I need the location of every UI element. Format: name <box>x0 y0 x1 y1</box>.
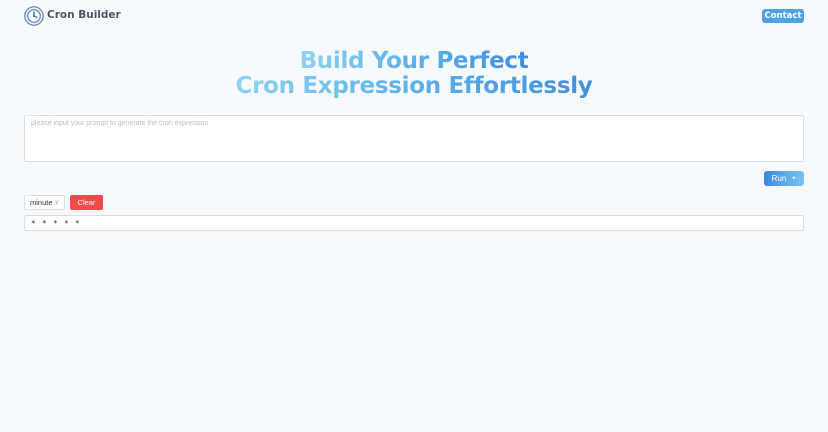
app-title: Cron Builder <box>47 9 121 21</box>
cron-expression-text: * * * * * <box>31 218 81 228</box>
run-label: Run <box>771 174 787 183</box>
unit-select[interactable]: minute ∨ <box>24 195 65 210</box>
clear-button[interactable]: Clear <box>70 195 103 210</box>
chevron-down-icon: ∨ <box>54 200 59 206</box>
hero-line-2: Cron Expression Effortlessly <box>235 73 593 99</box>
unit-select-value: minute <box>30 198 53 207</box>
cron-expression-output[interactable]: * * * * * <box>24 215 804 231</box>
contact-button[interactable]: Contact <box>762 9 804 23</box>
header-bar: Cron Builder Contact <box>0 0 828 32</box>
prompt-input[interactable] <box>24 115 804 162</box>
clock-logo-icon[interactable] <box>24 6 44 26</box>
sparkle-icon: ✦ <box>791 176 797 182</box>
hero-line-1: Build Your Perfect <box>299 48 529 74</box>
hero-heading: Build Your Perfect Cron Expression Effor… <box>0 49 828 99</box>
run-button[interactable]: Run ✦ <box>764 171 804 186</box>
